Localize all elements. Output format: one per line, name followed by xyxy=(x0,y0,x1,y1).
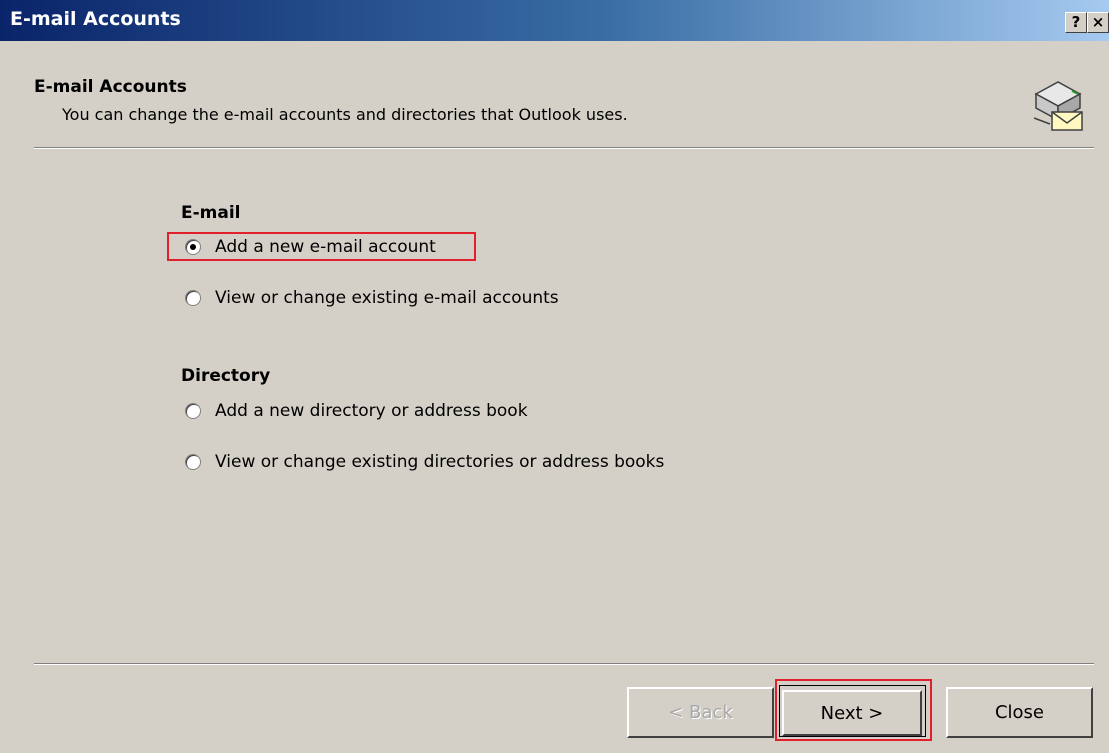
dialog-header: E-mail Accounts You can change the e-mai… xyxy=(0,41,1109,144)
radio-view-directories[interactable]: View or change existing directories or a… xyxy=(185,450,664,474)
directory-group-heading: Directory xyxy=(181,366,271,386)
radio-view-email-accounts[interactable]: View or change existing e-mail accounts xyxy=(185,286,559,310)
footer-divider xyxy=(34,663,1094,665)
header-divider xyxy=(34,147,1094,149)
mail-server-icon xyxy=(1033,81,1083,131)
radio-add-email-account[interactable]: Add a new e-mail account xyxy=(185,235,436,259)
window-title: E-mail Accounts xyxy=(10,8,181,30)
back-button[interactable]: < Back xyxy=(627,687,774,738)
radio-button[interactable] xyxy=(185,403,201,419)
radio-label: Add a new directory or address book xyxy=(215,401,528,421)
next-button[interactable]: Next > xyxy=(782,690,922,736)
help-button[interactable]: ? xyxy=(1065,12,1087,33)
radio-button[interactable] xyxy=(185,239,201,255)
header-title: E-mail Accounts xyxy=(34,77,187,97)
header-description: You can change the e-mail accounts and d… xyxy=(62,105,628,124)
radio-label: View or change existing e-mail accounts xyxy=(215,288,559,308)
email-group-heading: E-mail xyxy=(181,203,241,223)
radio-button[interactable] xyxy=(185,290,201,306)
radio-label: View or change existing directories or a… xyxy=(215,452,665,472)
close-button[interactable]: Close xyxy=(946,687,1093,738)
close-window-button[interactable]: × xyxy=(1087,12,1109,33)
radio-add-directory[interactable]: Add a new directory or address book xyxy=(185,399,528,423)
radio-button[interactable] xyxy=(185,454,201,470)
title-bar: E-mail Accounts ? × xyxy=(0,0,1109,41)
radio-label: Add a new e-mail account xyxy=(215,237,436,257)
